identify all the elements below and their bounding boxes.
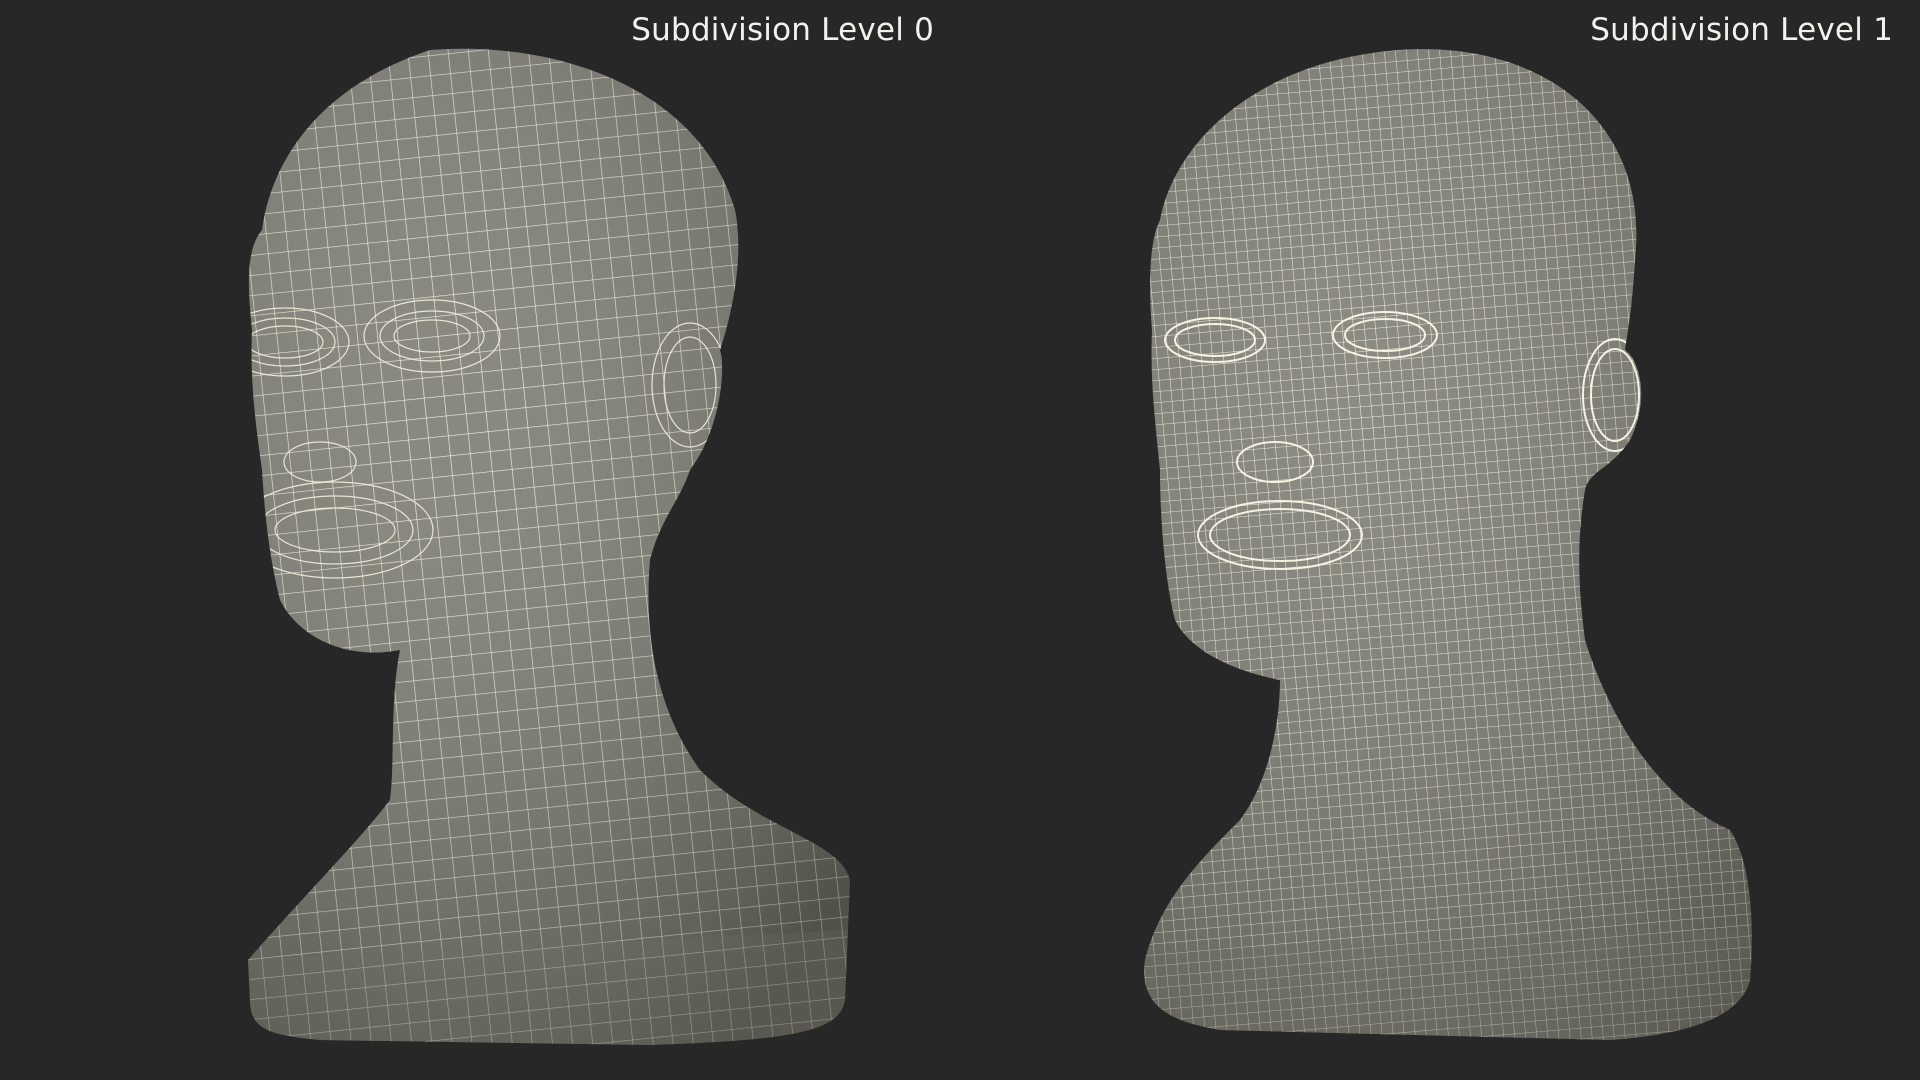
wireframe-head-bust-coarse (248, 48, 850, 1045)
viewport-label: Subdivision Level 0 (631, 12, 934, 48)
wireframe-head-bust-fine (1144, 49, 1752, 1041)
viewport-subdivision-level-1: Subdivision Level 1 (960, 0, 1920, 1080)
viewport-subdivision-level-0: Subdivision Level 0 (0, 0, 960, 1080)
viewport-label: Subdivision Level 1 (1590, 12, 1893, 48)
